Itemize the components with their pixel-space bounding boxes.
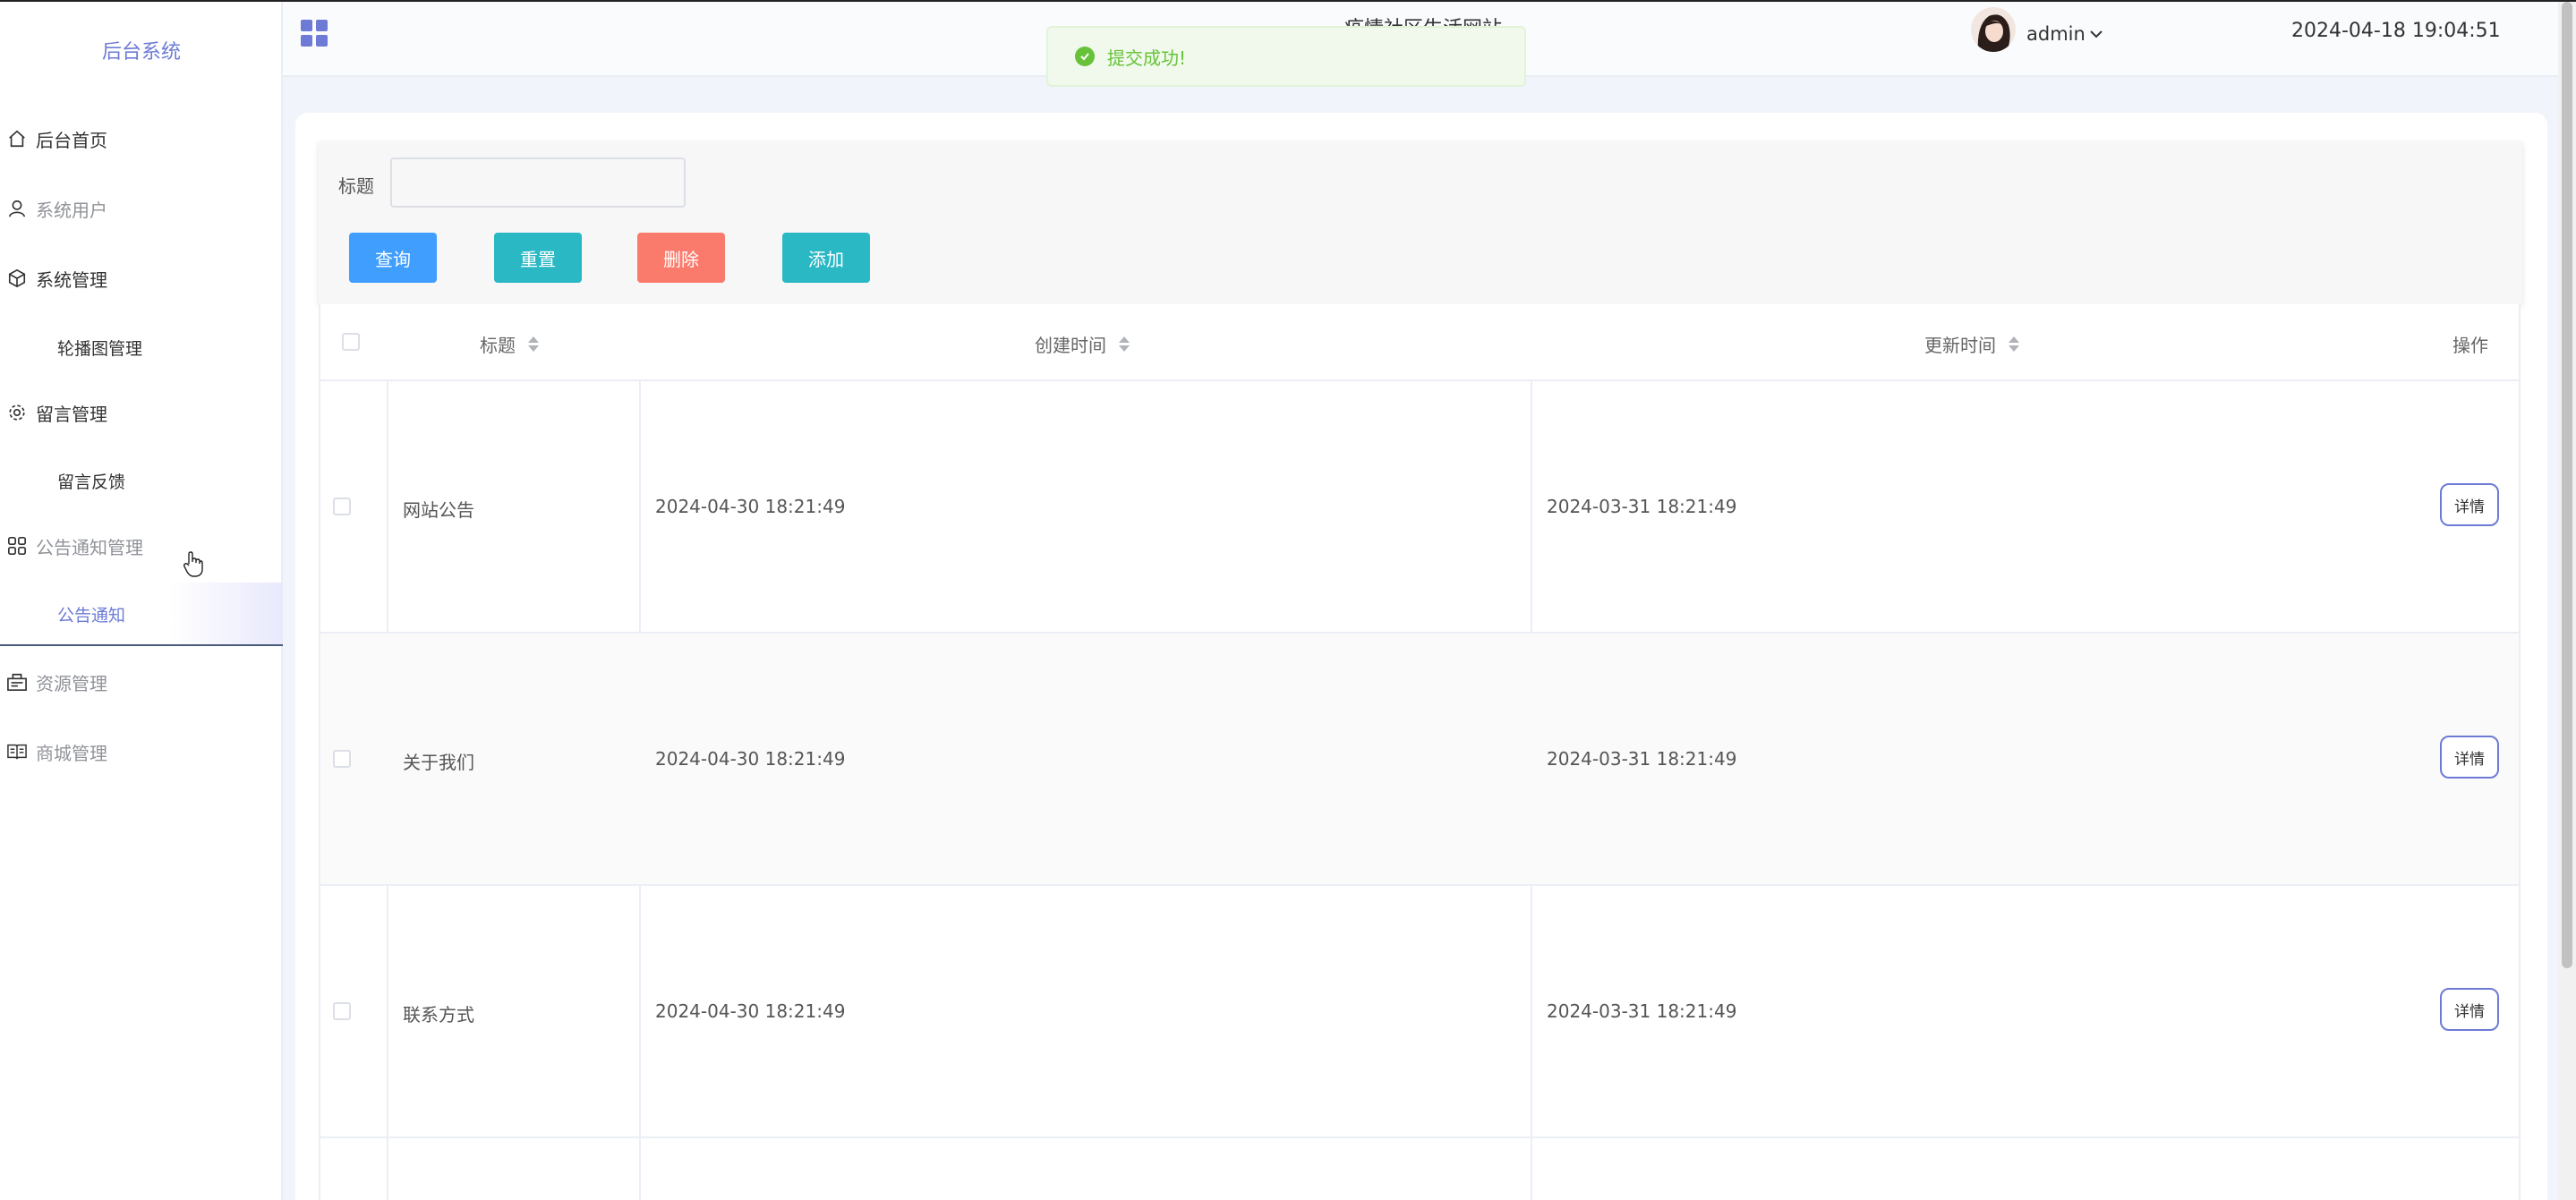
row-created: 2024-04-30 18:21:49 xyxy=(655,496,846,517)
toast-message: 提交成功! xyxy=(1107,47,1187,69)
detail-button[interactable]: 详情 xyxy=(2440,736,2499,779)
detail-button[interactable]: 详情 xyxy=(2440,988,2499,1031)
sidebar-subitem-feedback[interactable]: 留言反馈 xyxy=(0,463,283,498)
sidebar-item-message-management[interactable]: 留言管理 xyxy=(0,395,283,430)
sidebar-item-notice-management[interactable]: 公告通知管理 xyxy=(0,528,283,564)
select-all-checkbox[interactable] xyxy=(342,333,360,351)
scrollbar-thumb[interactable] xyxy=(2562,2,2572,968)
sidebar-item-label: 后台首页 xyxy=(36,129,107,151)
success-check-icon xyxy=(1075,47,1095,66)
gear-icon xyxy=(5,401,29,424)
row-updated: 2024-03-31 18:21:49 xyxy=(1547,1000,1737,1022)
username: admin xyxy=(2026,23,2086,45)
sidebar-item-label: 系统用户 xyxy=(36,199,107,221)
sidebar-item-label: 公告通知管理 xyxy=(36,536,143,558)
sidebar-subitem-carousel[interactable]: 轮播图管理 xyxy=(0,329,283,365)
vertical-scrollbar[interactable] xyxy=(2558,0,2576,1200)
column-header-title[interactable]: 标题 xyxy=(480,331,539,357)
row-title: 网站公告 xyxy=(403,499,474,521)
sidebar-item-home[interactable]: 后台首页 xyxy=(0,121,283,157)
brand-title: 后台系统 xyxy=(101,41,181,64)
row-updated: 2024-03-31 18:21:49 xyxy=(1547,496,1737,517)
table-row: 联系方式 2024-04-30 18:21:49 2024-03-31 18:2… xyxy=(320,886,2519,1138)
column-header-actions: 操作 xyxy=(2452,335,2488,356)
sidebar-item-shop-management[interactable]: 商城管理 xyxy=(0,734,283,770)
detail-button[interactable]: 详情 xyxy=(2440,483,2499,526)
book-icon xyxy=(5,740,29,763)
menu-toggle-grid-icon[interactable] xyxy=(300,19,328,47)
avatar[interactable] xyxy=(1971,7,2016,52)
chevron-down-icon xyxy=(2089,29,2103,39)
sidebar-item-label: 商城管理 xyxy=(36,742,107,764)
delete-button[interactable]: 删除 xyxy=(637,233,725,283)
sort-icon[interactable] xyxy=(1119,336,1130,352)
sidebar-item-resource-management[interactable]: 资源管理 xyxy=(0,664,283,700)
row-checkbox[interactable] xyxy=(333,498,351,515)
sidebar-subitem-label: 留言反馈 xyxy=(57,472,126,492)
sidebar: 后台系统 后台首页 系统用户 系统管理 轮播图管理 留言管理 留言反馈 公告通知… xyxy=(0,0,283,1200)
sidebar-item-system-users[interactable]: 系统用户 xyxy=(0,191,283,226)
add-button[interactable]: 添加 xyxy=(782,233,870,283)
success-toast: 提交成功! xyxy=(1046,26,1526,87)
table-header: 标题 创建时间 更新时间 操作 xyxy=(320,304,2519,381)
sidebar-item-label: 留言管理 xyxy=(36,403,107,425)
column-header-updated[interactable]: 更新时间 xyxy=(1924,331,2019,357)
row-checkbox[interactable] xyxy=(333,750,351,768)
active-indicator xyxy=(0,644,283,646)
user-menu[interactable]: admin xyxy=(2026,23,2103,45)
home-icon xyxy=(5,127,29,150)
apps-icon xyxy=(5,534,29,557)
title-filter-label: 标题 xyxy=(338,175,374,197)
current-datetime: 2024-04-18 19:04:51 xyxy=(2291,20,2501,42)
sidebar-subitem-label: 公告通知 xyxy=(57,605,126,626)
sort-icon[interactable] xyxy=(528,336,539,352)
query-button[interactable]: 查询 xyxy=(349,233,437,283)
row-created: 2024-04-30 18:21:49 xyxy=(655,1000,846,1022)
sidebar-item-label: 资源管理 xyxy=(36,672,107,694)
pointer-cursor-icon xyxy=(183,551,203,582)
resource-icon xyxy=(5,670,29,694)
user-icon xyxy=(5,197,29,220)
sidebar-item-system-management[interactable]: 系统管理 xyxy=(0,260,283,296)
row-updated: 2024-03-31 18:21:49 xyxy=(1547,748,1737,770)
window-top-border xyxy=(0,0,2576,2)
notice-table: 标题 创建时间 更新时间 操作 网站公告 2024-04-30 18:21:49… xyxy=(319,304,2521,1200)
sidebar-item-label: 系统管理 xyxy=(36,268,107,291)
table-row: 关于我们 2024-04-30 18:21:49 2024-03-31 18:2… xyxy=(320,634,2519,886)
row-created: 2024-04-30 18:21:49 xyxy=(655,748,846,770)
row-title: 联系方式 xyxy=(403,1004,474,1026)
box-icon xyxy=(5,267,29,290)
row-title: 关于我们 xyxy=(403,752,474,773)
title-search-input[interactable] xyxy=(390,157,686,208)
sidebar-subitem-notice[interactable]: 公告通知 xyxy=(0,583,283,645)
row-checkbox[interactable] xyxy=(333,1002,351,1020)
table-row: 网站公告 2024-04-30 18:21:49 2024-03-31 18:2… xyxy=(320,381,2519,634)
sort-icon[interactable] xyxy=(2009,336,2019,352)
reset-button[interactable]: 重置 xyxy=(494,233,582,283)
sidebar-subitem-label: 轮播图管理 xyxy=(57,338,143,359)
column-header-created[interactable]: 创建时间 xyxy=(1035,331,1130,357)
search-panel: 标题 查询 重置 删除 添加 xyxy=(319,141,2522,304)
